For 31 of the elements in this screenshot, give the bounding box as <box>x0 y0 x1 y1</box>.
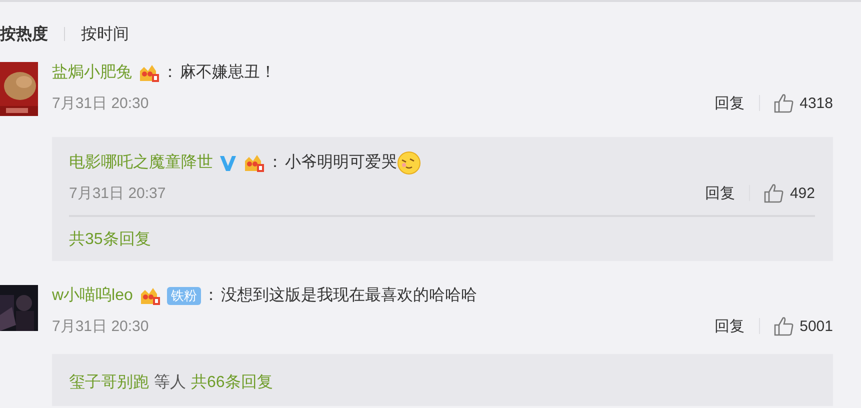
username-link[interactable]: w小喵呜leo <box>52 285 133 307</box>
crown-badge-icon <box>138 286 161 306</box>
like-count: 492 <box>790 184 815 202</box>
reply-count-link[interactable]: 共35条回复 <box>69 229 151 251</box>
sort-tab[interactable]: 按时间 <box>81 24 129 44</box>
thumbs-up-icon[interactable] <box>774 93 794 113</box>
others-text: 等人 <box>154 373 186 393</box>
reply-link[interactable]: 回复 <box>704 184 735 202</box>
colon-text: ： <box>162 63 178 83</box>
like-count: 5001 <box>800 318 833 334</box>
replier-name-link[interactable]: 玺子哥别跑 <box>69 372 149 394</box>
username-link[interactable]: 盐焗小肥兔 <box>52 62 132 84</box>
crown-badge-icon <box>138 63 160 83</box>
timestamp: 7月31日 20:37 <box>69 184 166 202</box>
verified-v-icon <box>219 154 237 172</box>
thumbs-up-icon[interactable] <box>764 183 784 203</box>
timestamp: 7月31日 20:30 <box>52 94 149 112</box>
reply-count-link[interactable]: 共66条回复 <box>191 372 273 394</box>
crown-badge-icon <box>243 153 265 173</box>
comment-text: 麻不嫌崽丑！ <box>180 62 276 83</box>
colon-text: ： <box>202 286 219 306</box>
thumbs-up-icon[interactable] <box>774 316 794 336</box>
fan-badge: 铁粉 <box>166 287 201 305</box>
colon-text: ： <box>267 153 283 173</box>
reply-link[interactable]: 回复 <box>714 94 745 112</box>
reply-link[interactable]: 回复 <box>714 316 745 336</box>
username-link[interactable]: 电影哪吒之魔童降世 <box>69 152 213 174</box>
comment-text: 小爷明明可爱哭 <box>285 152 397 173</box>
timestamp: 7月31日 20:30 <box>52 316 149 336</box>
comment-text: 没想到这版是我现在最喜欢的哈哈哈 <box>220 286 477 306</box>
like-count: 4318 <box>800 94 833 112</box>
